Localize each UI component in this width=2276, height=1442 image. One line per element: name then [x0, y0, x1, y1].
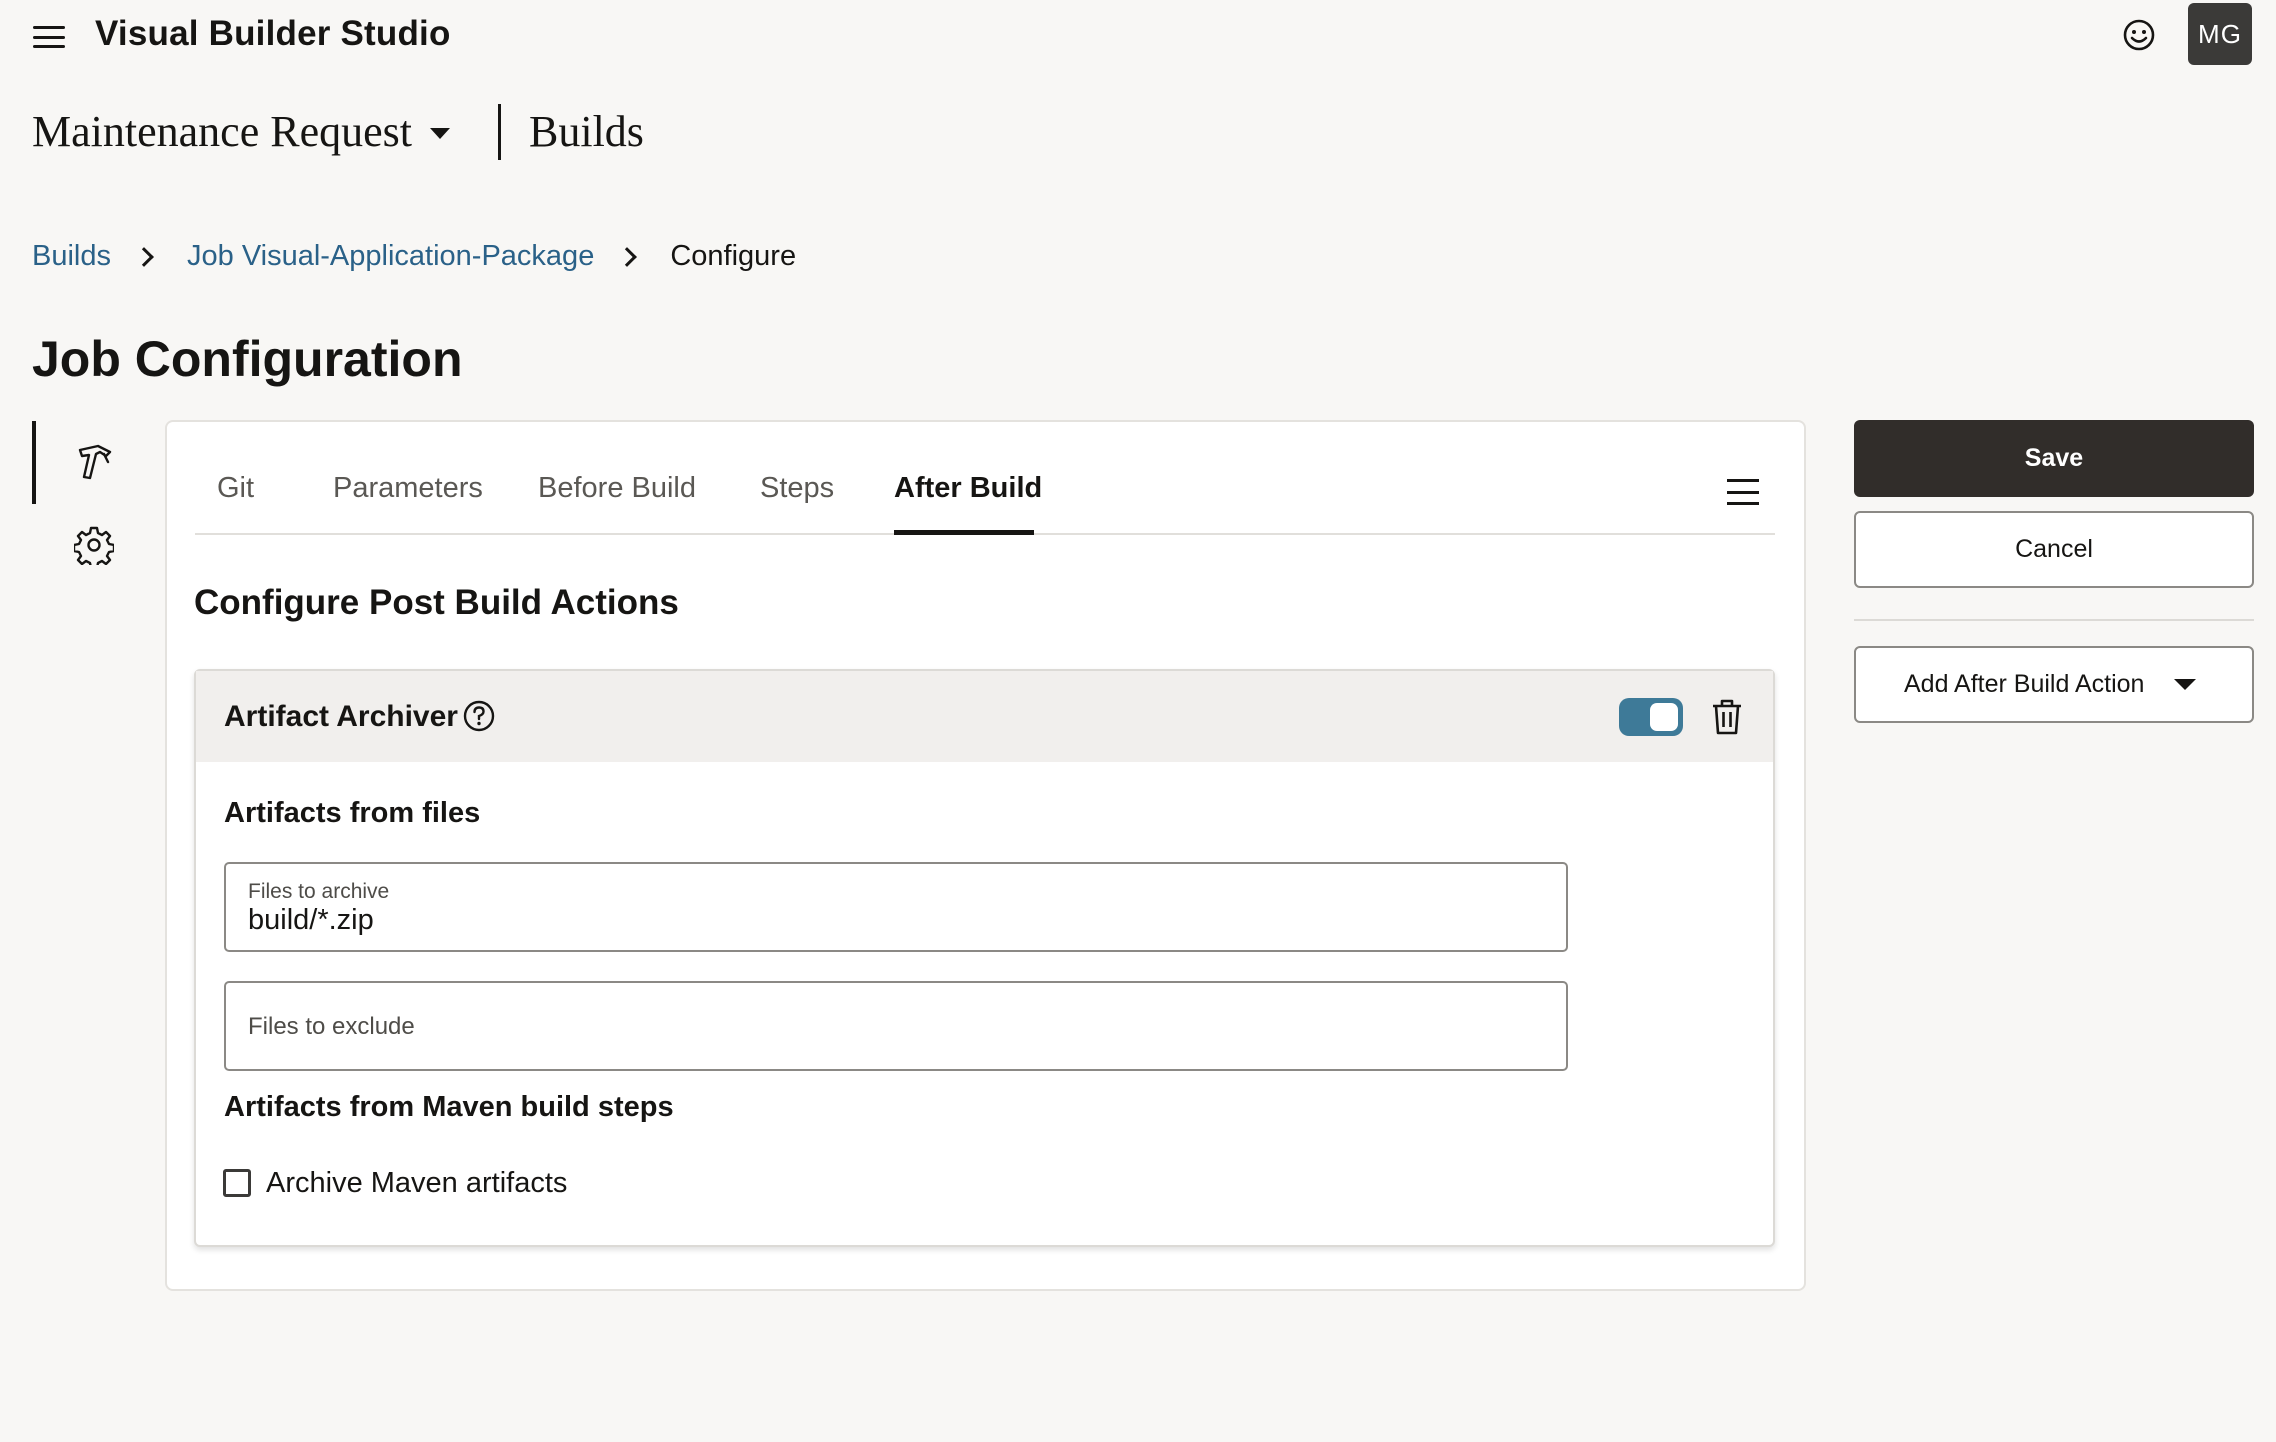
- save-button[interactable]: Save: [1854, 420, 2254, 497]
- maven-heading: Artifacts from Maven build steps: [224, 1091, 674, 1123]
- tab-git[interactable]: Git: [217, 472, 254, 525]
- main-menu-button[interactable]: [30, 22, 68, 52]
- tab-steps[interactable]: Steps: [760, 472, 834, 525]
- gear-icon[interactable]: [74, 525, 114, 565]
- add-after-build-action-button[interactable]: Add After Build Action: [1854, 646, 2254, 723]
- chevron-right-icon: [617, 246, 638, 267]
- hamburger-icon-line: [33, 35, 65, 39]
- tab-parameters[interactable]: Parameters: [333, 472, 483, 525]
- toggle-knob: [1650, 703, 1678, 731]
- button-label: Add After Build Action: [1904, 670, 2145, 698]
- help-circle-icon[interactable]: [462, 699, 496, 733]
- field-value: build/*.zip: [248, 904, 374, 936]
- tab-after-build[interactable]: After Build: [894, 472, 1042, 525]
- active-tab-indicator: [894, 530, 1034, 535]
- hamburger-icon-line: [1727, 479, 1759, 482]
- header-divider: [498, 104, 501, 160]
- files-heading: Artifacts from files: [224, 797, 481, 829]
- files-to-archive-field[interactable]: Files to archive build/*.zip: [224, 862, 1568, 952]
- rail-active-indicator: [32, 421, 36, 504]
- section-name: Builds: [529, 107, 644, 156]
- project-switcher[interactable]: Maintenance Request: [32, 106, 450, 157]
- tabs-overflow-menu[interactable]: [1727, 479, 1759, 505]
- field-placeholder: Files to exclude: [248, 1013, 415, 1040]
- hamburger-icon-line: [33, 45, 65, 48]
- cancel-button[interactable]: Cancel: [1854, 511, 2254, 588]
- breadcrumb: Builds Job Visual-Application-Package Co…: [32, 240, 796, 273]
- tab-before-build[interactable]: Before Build: [538, 472, 696, 525]
- breadcrumb-link-job[interactable]: Job Visual-Application-Package: [187, 240, 594, 273]
- hammer-icon[interactable]: [74, 442, 116, 482]
- breadcrumb-link-builds[interactable]: Builds: [32, 240, 111, 273]
- breadcrumb-current: Configure: [670, 240, 797, 272]
- field-label: Files to archive: [248, 880, 390, 903]
- divider: [1854, 619, 2254, 621]
- archive-maven-checkbox[interactable]: [223, 1169, 251, 1197]
- checkbox-label[interactable]: Archive Maven artifacts: [266, 1167, 567, 1200]
- page-title: Job Configuration: [32, 331, 463, 387]
- trash-icon[interactable]: [1710, 698, 1744, 736]
- hamburger-icon-line: [1727, 490, 1759, 494]
- enable-toggle[interactable]: [1619, 698, 1683, 736]
- chevron-down-icon: [429, 128, 450, 139]
- app-title: Visual Builder Studio: [95, 14, 451, 53]
- files-to-exclude-field[interactable]: Files to exclude: [224, 981, 1568, 1071]
- config-tabs: Git Parameters Before Build Steps After …: [195, 460, 1775, 535]
- panel-title: Artifact Archiver: [224, 700, 458, 733]
- chevron-down-icon: [2174, 679, 2197, 690]
- project-name: Maintenance Request: [32, 107, 412, 156]
- section-heading: Configure Post Build Actions: [194, 583, 679, 622]
- smiley-icon[interactable]: [2121, 17, 2157, 53]
- hamburger-icon-line: [1727, 502, 1759, 505]
- hamburger-icon-line: [33, 26, 65, 29]
- chevron-right-icon: [134, 246, 154, 267]
- user-avatar[interactable]: MG: [2188, 3, 2252, 65]
